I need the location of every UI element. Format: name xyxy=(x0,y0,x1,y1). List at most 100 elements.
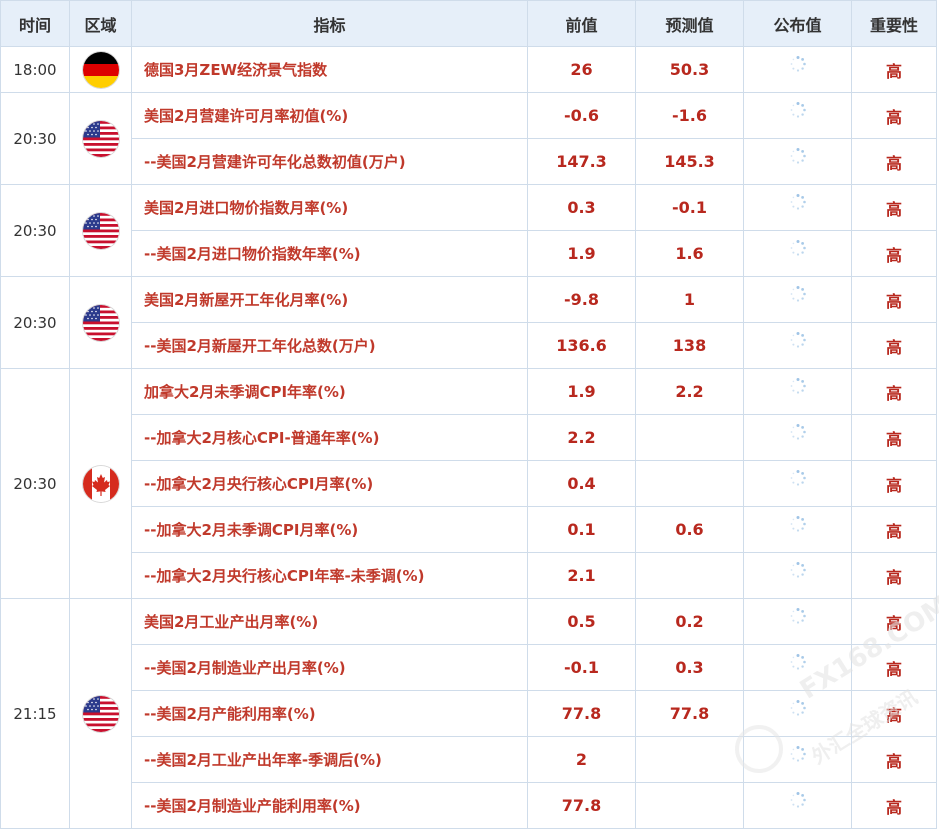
importance-value: 高 xyxy=(851,276,937,323)
indicator-link[interactable]: --美国2月工业产出年率-季调后(%) xyxy=(131,736,528,783)
previous-value: 0.1 xyxy=(527,506,636,553)
indicator-link[interactable]: --美国2月营建许可年化总数初值(万户) xyxy=(131,138,528,185)
row-time: 21:15 xyxy=(0,598,70,829)
forecast-value: 0.2 xyxy=(635,598,744,645)
indicator-link[interactable]: --美国2月进口物价指数年率(%) xyxy=(131,230,528,277)
indicator-link[interactable]: --加拿大2月央行核心CPI月率(%) xyxy=(131,460,528,507)
actual-value xyxy=(743,506,852,553)
previous-value: 1.9 xyxy=(527,230,636,277)
importance-value: 高 xyxy=(851,782,937,829)
actual-value xyxy=(743,460,852,507)
actual-value xyxy=(743,92,852,139)
actual-value xyxy=(743,414,852,461)
actual-value xyxy=(743,46,852,93)
indicator-link[interactable]: 美国2月营建许可月率初值(%) xyxy=(131,92,528,139)
indicator-link[interactable]: --加拿大2月未季调CPI月率(%) xyxy=(131,506,528,553)
loading-spinner-icon xyxy=(789,285,807,303)
previous-value: 2.1 xyxy=(527,552,636,599)
indicator-link[interactable]: --加拿大2月核心CPI-普通年率(%) xyxy=(131,414,528,461)
forecast-value: -1.6 xyxy=(635,92,744,139)
importance-value: 高 xyxy=(851,46,937,93)
actual-value xyxy=(743,736,852,783)
table-row: 20:30 美国2月营建许可月率初值(%) -0.6 -1.6 高 xyxy=(0,92,937,185)
actual-value xyxy=(743,138,852,185)
importance-value: 高 xyxy=(851,184,937,231)
forecast-value: 0.6 xyxy=(635,506,744,553)
usa-flag-icon xyxy=(82,212,119,249)
header-indicator: 指标 xyxy=(131,0,528,47)
loading-spinner-icon xyxy=(789,469,807,487)
indicator-link[interactable]: 美国2月工业产出月率(%) xyxy=(131,598,528,645)
importance-value: 高 xyxy=(851,368,937,415)
table-row: --美国2月产能利用率(%) 77.8 77.8 高 xyxy=(1,690,937,737)
actual-value xyxy=(743,184,852,231)
indicator-link[interactable]: 加拿大2月未季调CPI年率(%) xyxy=(131,368,528,415)
table-row: 21:15 美国2月工业产出月率(%) 0.5 0.2 高 xyxy=(0,598,937,829)
loading-spinner-icon xyxy=(789,699,807,717)
forecast-value xyxy=(635,552,744,599)
importance-value: 高 xyxy=(851,230,937,277)
indicator-link[interactable]: --美国2月制造业产出月率(%) xyxy=(131,644,528,691)
table-row: 20:30 美国2月进口物价指数月率(%) 0.3 -0.1 高 xyxy=(0,184,937,277)
loading-spinner-icon xyxy=(789,423,807,441)
loading-spinner-icon xyxy=(789,55,807,73)
indicator-link[interactable]: 美国2月新屋开工年化月率(%) xyxy=(131,276,528,323)
forecast-value: 50.3 xyxy=(635,46,744,93)
forecast-value xyxy=(635,414,744,461)
indicator-link[interactable]: --美国2月制造业产能利用率(%) xyxy=(131,782,528,829)
row-region xyxy=(69,92,132,185)
header-previous: 前值 xyxy=(527,0,636,47)
importance-value: 高 xyxy=(851,506,937,553)
header-region: 区域 xyxy=(69,0,132,47)
previous-value: 2 xyxy=(527,736,636,783)
row-region xyxy=(69,46,132,93)
header-time: 时间 xyxy=(0,0,70,47)
importance-value: 高 xyxy=(851,138,937,185)
actual-value xyxy=(743,644,852,691)
importance-value: 高 xyxy=(851,460,937,507)
forecast-value: 77.8 xyxy=(635,690,744,737)
forecast-value: 1.6 xyxy=(635,230,744,277)
loading-spinner-icon xyxy=(789,193,807,211)
table-row: --加拿大2月央行核心CPI月率(%) 0.4 高 xyxy=(1,460,937,507)
previous-value: 136.6 xyxy=(527,322,636,369)
loading-spinner-icon xyxy=(789,101,807,119)
loading-spinner-icon xyxy=(789,607,807,625)
loading-spinner-icon xyxy=(789,331,807,349)
previous-value: 0.4 xyxy=(527,460,636,507)
previous-value: 2.2 xyxy=(527,414,636,461)
forecast-value: 2.2 xyxy=(635,368,744,415)
actual-value xyxy=(743,322,852,369)
table-row: --加拿大2月央行核心CPI年率-未季调(%) 2.1 高 xyxy=(1,552,937,599)
header-actual: 公布值 xyxy=(743,0,852,47)
importance-value: 高 xyxy=(851,552,937,599)
importance-value: 高 xyxy=(851,736,937,783)
previous-value: -9.8 xyxy=(527,276,636,323)
indicator-link[interactable]: --美国2月新屋开工年化总数(万户) xyxy=(131,322,528,369)
previous-value: 26 xyxy=(527,46,636,93)
previous-value: 77.8 xyxy=(527,690,636,737)
indicator-link[interactable]: 德国3月ZEW经济景气指数 xyxy=(131,46,528,93)
indicator-link[interactable]: --美国2月产能利用率(%) xyxy=(131,690,528,737)
actual-value xyxy=(743,552,852,599)
loading-spinner-icon xyxy=(789,745,807,763)
row-time: 20:30 xyxy=(0,368,70,599)
previous-value: -0.1 xyxy=(527,644,636,691)
actual-value xyxy=(743,276,852,323)
forecast-value: -0.1 xyxy=(635,184,744,231)
table-row: --美国2月新屋开工年化总数(万户) 136.6 138 高 xyxy=(1,322,937,369)
indicator-link[interactable]: --加拿大2月央行核心CPI年率-未季调(%) xyxy=(131,552,528,599)
table-header-row: 时间 区域 指标 前值 预测值 公布值 重要性 xyxy=(0,0,937,47)
table-row: --加拿大2月未季调CPI月率(%) 0.1 0.6 高 xyxy=(1,506,937,553)
loading-spinner-icon xyxy=(789,239,807,257)
importance-value: 高 xyxy=(851,598,937,645)
indicator-link[interactable]: 美国2月进口物价指数月率(%) xyxy=(131,184,528,231)
row-region xyxy=(69,184,132,277)
table-row: 20:30 美国2月新屋开工年化月率(%) -9.8 1 高 xyxy=(0,276,937,369)
actual-value xyxy=(743,782,852,829)
forecast-value xyxy=(635,782,744,829)
importance-value: 高 xyxy=(851,92,937,139)
table-row: --美国2月进口物价指数年率(%) 1.9 1.6 高 xyxy=(1,230,937,277)
actual-value xyxy=(743,230,852,277)
loading-spinner-icon xyxy=(789,561,807,579)
